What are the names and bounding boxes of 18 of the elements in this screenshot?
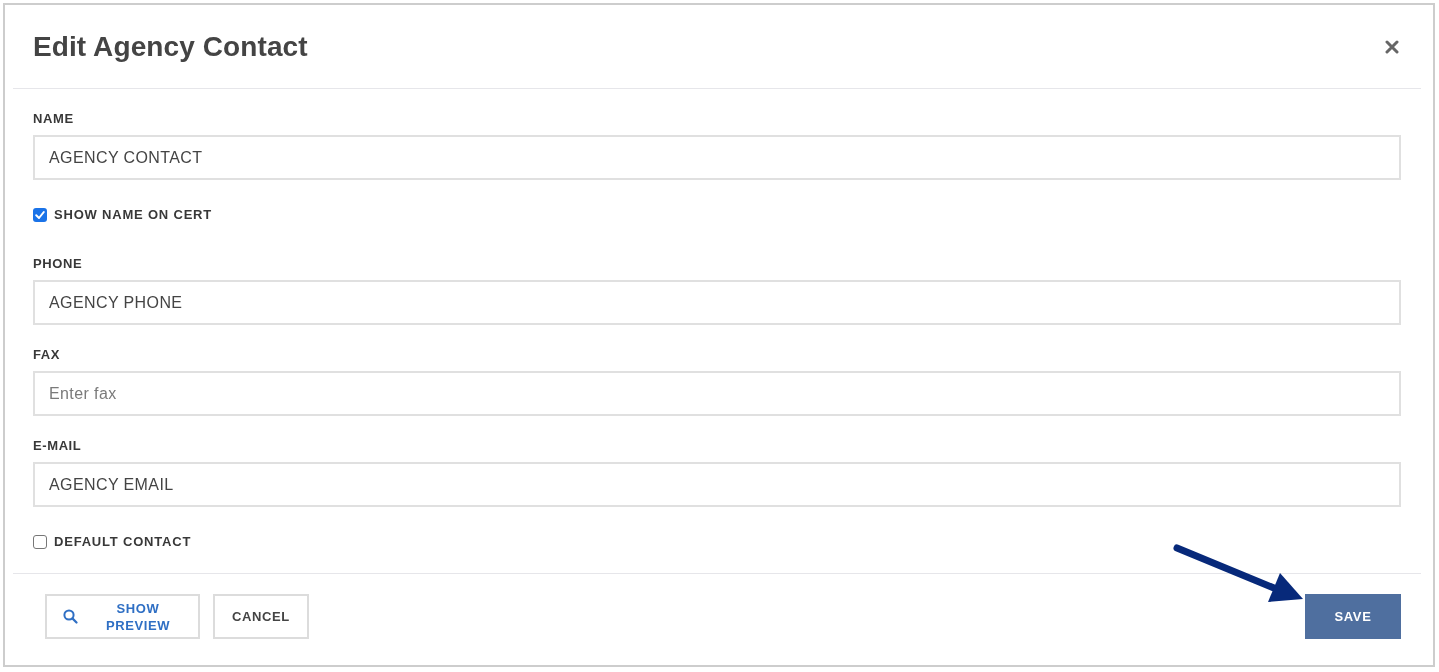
field-label: FAX	[33, 347, 61, 363]
checkbox[interactable]	[33, 535, 47, 549]
checkbox-label: SHOW NAME ON CERT	[54, 207, 213, 223]
input-field[interactable]: Enter fax	[33, 371, 1401, 416]
input-field[interactable]: AGENCY EMAIL	[33, 462, 1401, 507]
save-button[interactable]: SAVE	[1305, 594, 1401, 639]
cancel-button[interactable]: CANCEL	[213, 594, 309, 639]
field-label: PHONE	[33, 256, 83, 272]
input-field[interactable]: AGENCY PHONE	[33, 280, 1401, 325]
checkbox-label: DEFAULT CONTACT	[54, 534, 192, 550]
field-label: E-MAIL	[33, 438, 82, 454]
field-label: NAME	[33, 111, 74, 127]
preview-button[interactable]: SHOW PREVIEW	[45, 594, 200, 639]
close-icon	[1385, 40, 1399, 54]
dialog-title: Edit Agency Contact	[33, 30, 308, 64]
input-field[interactable]: AGENCY CONTACT	[33, 135, 1401, 180]
checkbox[interactable]	[33, 208, 47, 222]
search-icon	[63, 609, 78, 624]
